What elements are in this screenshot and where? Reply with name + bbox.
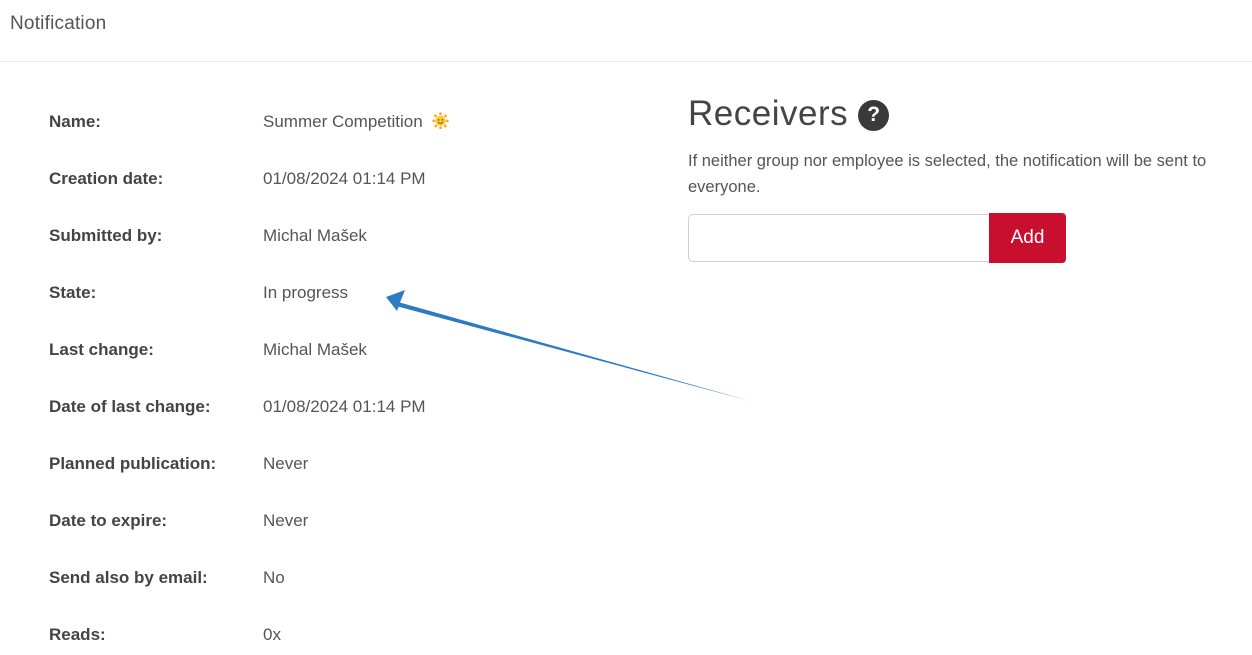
- notification-page: Notification Name: Summer Competition Cr…: [0, 0, 1252, 655]
- receiver-search-input[interactable]: [688, 214, 989, 262]
- state-label: State:: [49, 282, 97, 302]
- date-of-last-change-label: Date of last change:: [49, 396, 211, 416]
- detail-row-send-by-email: Send also by email: No: [49, 549, 629, 606]
- name-label: Name:: [49, 111, 101, 131]
- detail-row-creation-date: Creation date: 01/08/2024 01:14 PM: [49, 150, 629, 207]
- add-receiver-row: Add: [688, 213, 1248, 263]
- notification-details: Name: Summer Competition Creation date: …: [49, 93, 629, 655]
- name-value: Summer Competition: [263, 111, 423, 131]
- detail-row-last-change: Last change: Michal Mašek: [49, 321, 629, 378]
- receivers-info-text: If neither group nor employee is selecte…: [688, 152, 1207, 196]
- detail-row-planned-publication: Planned publication: Never: [49, 435, 629, 492]
- sun-face-icon: [432, 111, 450, 129]
- date-of-last-change-value: 01/08/2024 01:14 PM: [263, 396, 426, 416]
- date-to-expire-value: Never: [263, 510, 309, 530]
- date-to-expire-label: Date to expire:: [49, 510, 168, 530]
- detail-row-state: State: In progress: [49, 264, 629, 321]
- page-title: Notification: [10, 13, 107, 34]
- question-mark-icon[interactable]: ?: [858, 99, 890, 131]
- planned-publication-value: Never: [263, 453, 309, 473]
- send-by-email-label: Send also by email:: [49, 567, 208, 587]
- receivers-panel: Receivers ? If neither group nor employe…: [688, 92, 1248, 263]
- creation-date-label: Creation date:: [49, 168, 164, 188]
- submitted-by-value: Michal Mašek: [263, 225, 367, 245]
- page-header: Notification: [0, 0, 1252, 62]
- state-value: In progress: [263, 282, 349, 302]
- name-value-wrap: Summer Competition: [263, 111, 450, 132]
- detail-row-name: Name: Summer Competition: [49, 93, 629, 150]
- receivers-heading: Receivers ?: [688, 92, 1248, 136]
- planned-publication-label: Planned publication:: [49, 453, 217, 473]
- reads-value: 0x: [263, 624, 281, 644]
- detail-row-date-to-expire: Date to expire: Never: [49, 492, 629, 549]
- detail-row-submitted-by: Submitted by: Michal Mašek: [49, 207, 629, 264]
- last-change-value: Michal Mašek: [263, 339, 367, 359]
- detail-row-date-of-last-change: Date of last change: 01/08/2024 01:14 PM: [49, 378, 629, 435]
- add-button[interactable]: Add: [989, 213, 1066, 263]
- receivers-title: Receivers: [688, 94, 849, 133]
- detail-row-reads: Reads: 0x: [49, 606, 629, 655]
- send-by-email-value: No: [263, 567, 285, 587]
- submitted-by-label: Submitted by:: [49, 225, 163, 245]
- last-change-label: Last change:: [49, 339, 154, 359]
- reads-label: Reads:: [49, 624, 106, 644]
- creation-date-value: 01/08/2024 01:14 PM: [263, 168, 426, 188]
